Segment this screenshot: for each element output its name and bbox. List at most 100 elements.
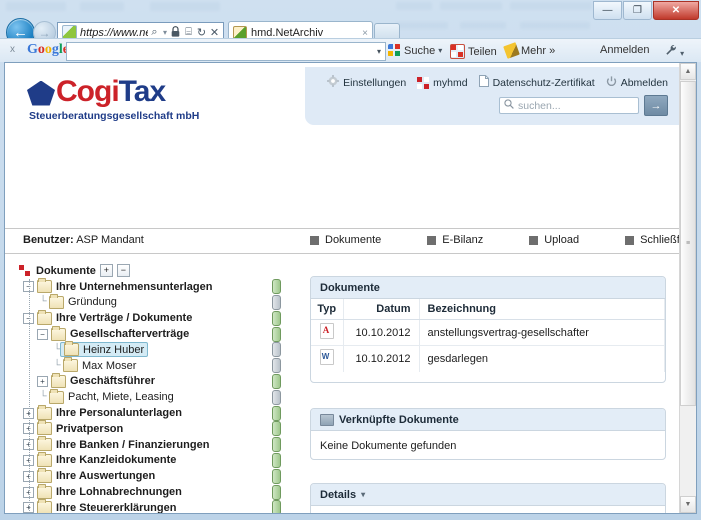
attachment-clip-icon[interactable] [272, 279, 281, 295]
collapse-all-button[interactable]: − [116, 264, 130, 278]
attachment-clip-icon[interactable] [272, 358, 281, 374]
tree-node-content[interactable]: Ihre Personalunterlagen [37, 404, 182, 420]
chevron-down-icon[interactable]: ▾ [361, 490, 365, 499]
tree-node-content[interactable]: Privatperson [37, 420, 123, 436]
google-suche-caret-icon[interactable]: ▾ [438, 46, 442, 55]
tree-node-content[interactable]: Ihre Kanzleidokumente [37, 451, 176, 467]
header-link-einstellungen[interactable]: Einstellungen [327, 75, 406, 90]
scroll-down-button[interactable]: ▼ [680, 496, 696, 513]
close-button[interactable]: ✕ [653, 1, 699, 20]
tree-node-content[interactable]: Ihre Lohnabrechnungen [37, 483, 182, 499]
tree-node[interactable]: └ Max Moser [19, 357, 291, 374]
google-toolbar-close-icon[interactable]: x [10, 44, 15, 55]
tree-node-content[interactable]: Gesellschafterverträge [51, 325, 189, 341]
tree-node-label: Ihre Steuererklärungen [56, 501, 177, 514]
tree-node-content[interactable]: Ihre Verträge / Dokumente [37, 309, 192, 325]
tree-expand-icon[interactable]: + [37, 375, 48, 387]
header-link-myhmd[interactable]: myhmd [417, 76, 468, 89]
attachment-clip-icon[interactable] [272, 326, 281, 342]
tree-node-content[interactable]: Pacht, Miete, Leasing [49, 388, 174, 404]
tree-node[interactable]: − Ihre Verträge / Dokumente [19, 309, 291, 326]
google-teilen-button[interactable]: Teilen [450, 44, 497, 59]
tree-node[interactable]: + Geschäftsführer [19, 372, 291, 390]
attachment-clip-icon[interactable] [272, 405, 281, 421]
tree-node-content[interactable]: Max Moser [63, 357, 136, 373]
tree-node[interactable]: − Ihre Unternehmensunterlagen [19, 278, 291, 295]
attachment-clip-icon[interactable] [272, 437, 281, 453]
pdf-icon[interactable] [319, 323, 334, 339]
scrollbar-thumb[interactable]: ≡ [680, 81, 696, 406]
tree-node-content[interactable]: Ihre Banken / Finanzierungen [37, 436, 209, 452]
expand-all-button[interactable]: + [99, 264, 113, 278]
attachment-clip-icon[interactable] [272, 294, 281, 310]
google-settings-caret-icon[interactable]: ▾ [680, 49, 684, 58]
header-link-abmelden[interactable]: Abmelden [606, 75, 668, 90]
tree-node[interactable]: + Ihre Steuererklärungen [19, 499, 291, 514]
column-header-typ[interactable]: Typ [311, 299, 344, 320]
attachment-clip-icon[interactable] [272, 342, 281, 358]
details-rows: BezeichnungHeinz HuberErstellt von-Erste… [311, 506, 665, 513]
document-name-cell[interactable]: gesdarlegen [419, 345, 665, 372]
tree-node[interactable]: + Ihre Personalunterlagen [19, 404, 291, 421]
page-scrollbar[interactable]: ▲ ≡ ▼ [679, 63, 696, 513]
tree-collapse-icon[interactable]: − [37, 328, 48, 340]
address-dropdown-icon[interactable]: ▾ [161, 28, 169, 37]
google-suche-button[interactable]: Suche ▾ [388, 44, 442, 57]
attachment-clip-icon[interactable] [272, 468, 281, 484]
document-name-cell[interactable]: anstellungsvertrag-gesellschafter [419, 319, 665, 346]
tree-node[interactable]: └ Heinz Huber [19, 341, 291, 358]
google-mehr-button[interactable]: Mehr » [503, 42, 555, 59]
documents-panel: Dokumente Typ Datum Bezeichnung 10.10.20… [310, 276, 666, 383]
navbar-item-upload[interactable]: Upload [529, 234, 579, 246]
folder-icon [37, 483, 52, 499]
page-viewport: Einstellungen myhmd Datenschutz-Zertifik… [4, 62, 697, 514]
google-search-dropdown-icon[interactable]: ▾ [377, 47, 381, 56]
table-row[interactable]: 10.10.2012gesdarlegen [311, 345, 665, 372]
attachment-clip-icon[interactable] [272, 389, 281, 405]
google-signin-label: Anmelden [600, 44, 650, 56]
attachment-clip-icon[interactable] [272, 484, 281, 500]
column-header-datum[interactable]: Datum [343, 299, 420, 320]
document-type-cell[interactable] [311, 319, 344, 346]
user-value: ASP Mandant [76, 234, 144, 246]
document-type-cell[interactable] [311, 345, 344, 372]
google-signin-button[interactable]: Anmelden [600, 44, 650, 56]
tree-node-selected[interactable]: Heinz Huber [60, 341, 149, 358]
attachment-clip-icon[interactable] [272, 373, 281, 389]
word-icon[interactable] [319, 349, 334, 366]
maximize-button[interactable]: ❐ [623, 1, 652, 20]
tree-node[interactable]: └ Gründung [19, 293, 291, 311]
search-input[interactable]: suchen... [499, 97, 639, 114]
attachment-clip-icon[interactable] [272, 421, 281, 437]
table-row[interactable]: 10.10.2012anstellungsvertrag-gesellschaf… [311, 319, 665, 346]
tree-node-content[interactable]: Ihre Auswertungen [37, 467, 155, 483]
tree-node-content[interactable]: Ihre Unternehmensunterlagen [37, 278, 212, 294]
tree-root[interactable]: Dokumente + − [19, 263, 291, 279]
navbar-item-ebilanz[interactable]: E-Bilanz [427, 234, 483, 246]
google-search-input[interactable] [66, 42, 386, 61]
navbar-item-label: Upload [544, 234, 580, 246]
navbar-item-dokumente[interactable]: Dokumente [310, 234, 381, 246]
tree-node[interactable]: + Privatperson [19, 420, 291, 437]
tree-node[interactable]: + Ihre Kanzleidokumente [19, 451, 291, 469]
tree-node[interactable]: + Ihre Banken / Finanzierungen [19, 436, 291, 453]
scroll-up-button[interactable]: ▲ [680, 63, 696, 80]
tab-close-icon[interactable]: × [359, 28, 368, 39]
tree-node[interactable]: + Ihre Auswertungen [19, 467, 291, 484]
attachment-clip-icon[interactable] [272, 500, 281, 513]
tree-node[interactable]: └ Pacht, Miete, Leasing [19, 388, 291, 405]
google-settings-wrench-icon[interactable]: ▾ [665, 44, 684, 59]
tree-node[interactable]: − Gesellschafterverträge [19, 325, 291, 342]
tree-node-content[interactable]: Gründung [49, 293, 117, 309]
square-icon [427, 235, 437, 245]
search-go-button[interactable]: → [644, 95, 668, 116]
attachment-clip-icon[interactable] [272, 310, 281, 326]
tree-node[interactable]: + Ihre Lohnabrechnungen [19, 483, 291, 500]
header-link-datenschutz[interactable]: Datenschutz-Zertifikat [478, 75, 595, 90]
tree-node-content[interactable]: Geschäftsführer [51, 372, 155, 388]
attachment-clip-icon[interactable] [272, 452, 281, 468]
details-panel-title[interactable]: Details ▾ [311, 484, 665, 506]
column-header-bezeichnung[interactable]: Bezeichnung [419, 299, 665, 320]
tree-node-content[interactable]: Ihre Steuererklärungen [37, 499, 177, 514]
minimize-button[interactable]: — [593, 1, 622, 20]
